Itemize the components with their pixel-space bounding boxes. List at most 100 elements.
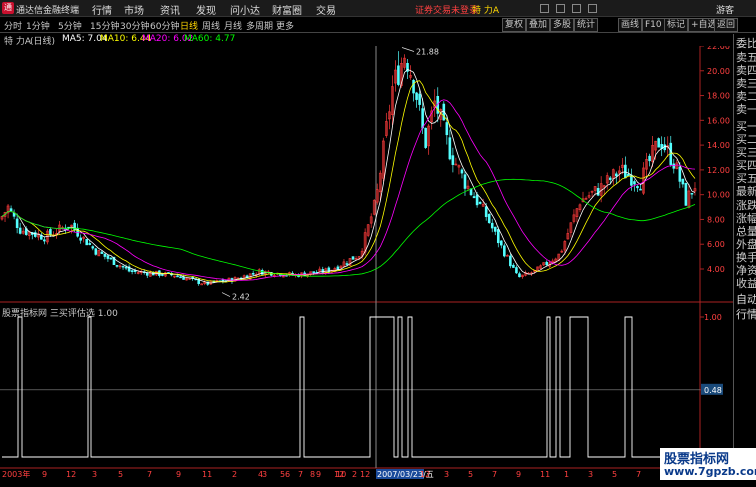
side-panel-item[interactable]: 卖五 — [736, 52, 756, 64]
period-tab-daily[interactable]: 日线 — [180, 19, 198, 32]
side-panel-item[interactable]: 自动 — [736, 294, 756, 306]
candle-body — [124, 266, 128, 269]
chart-grid — [0, 46, 733, 479]
layout-icon[interactable] — [556, 4, 565, 13]
side-panel-item[interactable]: 行情 — [736, 309, 756, 321]
candle-body — [472, 196, 476, 199]
time-tick-label: 11 — [202, 470, 212, 479]
side-panel-item[interactable]: 净资 — [736, 265, 756, 277]
candle-body — [463, 174, 467, 189]
tool-f10-button[interactable]: F10 — [642, 18, 665, 32]
screen-icon[interactable] — [540, 4, 549, 13]
candle-body — [109, 257, 113, 260]
indicator-tick-label: 0.48 — [704, 386, 722, 395]
candle-body — [624, 164, 627, 179]
time-tick-label: 1 — [564, 470, 569, 479]
tool-draw-button[interactable]: 画线 — [618, 18, 643, 32]
side-panel-item[interactable]: 买一 — [736, 121, 756, 133]
menu-trade[interactable]: 交易 — [316, 2, 336, 17]
kline-chart[interactable]: 22.0020.0018.0016.0014.0012.0010.008.006… — [0, 46, 733, 479]
candle-body — [509, 255, 512, 267]
high-price-label: 21.88 — [416, 47, 439, 56]
side-panel-item[interactable]: 换手 — [736, 252, 756, 264]
time-tick-label: 2 — [232, 470, 237, 479]
time-tick-label: 12 — [66, 470, 76, 479]
price-axis: 22.00 20.00 18.00 16.00 14.00 12.00 10.00 8.00 6… — [700, 46, 730, 274]
candle-body — [327, 267, 331, 273]
time-tick-label: 12 — [360, 470, 370, 479]
tool-back-button[interactable]: 返回 — [714, 18, 739, 32]
menu-news[interactable]: 资讯 — [160, 2, 180, 17]
side-panel-item[interactable]: 买四 — [736, 160, 756, 172]
time-tick-label: 3 — [588, 470, 593, 479]
period-tab-1min[interactable]: 1分钟 — [26, 19, 50, 32]
candle-body — [91, 246, 95, 249]
high-pointer — [401, 47, 415, 52]
side-panel-item[interactable]: 买二 — [736, 134, 756, 146]
candle-body — [608, 177, 612, 180]
side-panel-item[interactable]: 买五 — [736, 173, 756, 185]
tool-stats-button[interactable]: 统计 — [574, 18, 599, 32]
side-panel-item[interactable]: 外盘 — [736, 239, 756, 251]
message-icon[interactable] — [588, 4, 597, 13]
candle-body — [451, 155, 455, 165]
candle-body — [106, 255, 110, 259]
side-panel-item[interactable]: 最新 — [736, 186, 756, 198]
candle-body — [100, 251, 104, 254]
period-tab-5min[interactable]: 5分钟 — [58, 19, 82, 32]
period-tab-more[interactable]: 更多 — [276, 19, 294, 32]
period-tab-30min[interactable]: 30分钟 — [120, 19, 149, 32]
period-tab-15min[interactable]: 15分钟 — [90, 19, 119, 32]
candle-body — [487, 213, 491, 224]
time-tick-label: 12 — [420, 470, 430, 479]
period-tab-multi[interactable]: 多周期 — [246, 19, 273, 32]
time-tick-label: 3 — [262, 470, 267, 479]
quote-side-panel: 委比卖五 卖四 卖三 卖二 卖一买一 买二 买三 买四 买五 最新涨跌 涨幅 总量 外盘 换手 净资 收益自动… — [733, 34, 756, 479]
menu-market[interactable]: 市场 — [124, 2, 144, 17]
menu-wealth-circle[interactable]: 财富圈 — [272, 2, 302, 17]
search-icon[interactable] — [572, 4, 581, 13]
candle-body — [690, 192, 694, 195]
time-tick-label: 7 — [636, 470, 641, 479]
period-tab-monthly[interactable]: 月线 — [224, 19, 242, 32]
side-panel-item[interactable]: 总量 — [736, 226, 756, 238]
candle-body — [351, 256, 355, 260]
indicator-value: 1.00 — [97, 309, 118, 319]
period-tab-weekly[interactable]: 周线 — [202, 19, 220, 32]
candle-body — [43, 239, 46, 242]
side-panel-item[interactable]: 卖四 — [736, 65, 756, 77]
side-panel-item[interactable]: 收益 — [736, 278, 756, 290]
menu-discover[interactable]: 发现 — [196, 2, 216, 17]
guest-label[interactable]: 游客 — [716, 3, 734, 16]
candle-body — [424, 127, 427, 148]
side-panel-item[interactable]: 卖一 — [736, 104, 756, 116]
trade-status[interactable]: 证券交易未登录 — [415, 3, 478, 16]
side-panel-item[interactable]: 卖二 — [736, 91, 756, 103]
side-panel-item[interactable]: 涨跌 — [736, 200, 756, 212]
side-panel-item[interactable]: 买三 — [736, 147, 756, 159]
candle-body — [678, 166, 682, 182]
tool-overlay-button[interactable]: 叠加 — [526, 18, 551, 32]
menu-quotes[interactable]: 行情 — [92, 2, 112, 17]
app-logo-icon: 通 — [2, 2, 14, 14]
indicator-line — [2, 316, 700, 458]
tool-mark-button[interactable]: 标记 — [664, 18, 689, 32]
stock-name-title: 特 力A — [472, 6, 500, 16]
menu-ask[interactable]: 问小达 — [230, 2, 260, 17]
candle-body — [176, 275, 179, 278]
tool-adjust-button[interactable]: 复权 — [502, 18, 527, 32]
candle-body — [614, 173, 618, 177]
side-panel-item[interactable]: 涨幅 — [736, 213, 756, 225]
time-tick-label: 5 — [280, 470, 285, 479]
tool-multi-stock-button[interactable]: 多股 — [550, 18, 575, 32]
side-panel-item[interactable]: 卖三 — [736, 78, 756, 90]
price-annotations: 21.88 2.42 — [221, 47, 439, 302]
price-tick-label: 10.00 — [707, 191, 730, 200]
low-price-label: 2.42 — [232, 293, 250, 302]
period-tab-timeshare[interactable]: 分时 — [4, 19, 22, 32]
side-panel-item[interactable]: 委比 — [736, 38, 756, 50]
ma60-line — [1, 178, 696, 277]
period-tab-60min[interactable]: 60分钟 — [150, 19, 179, 32]
indicator-series — [0, 316, 700, 458]
indicator-source: 股票指标网 — [2, 309, 48, 319]
